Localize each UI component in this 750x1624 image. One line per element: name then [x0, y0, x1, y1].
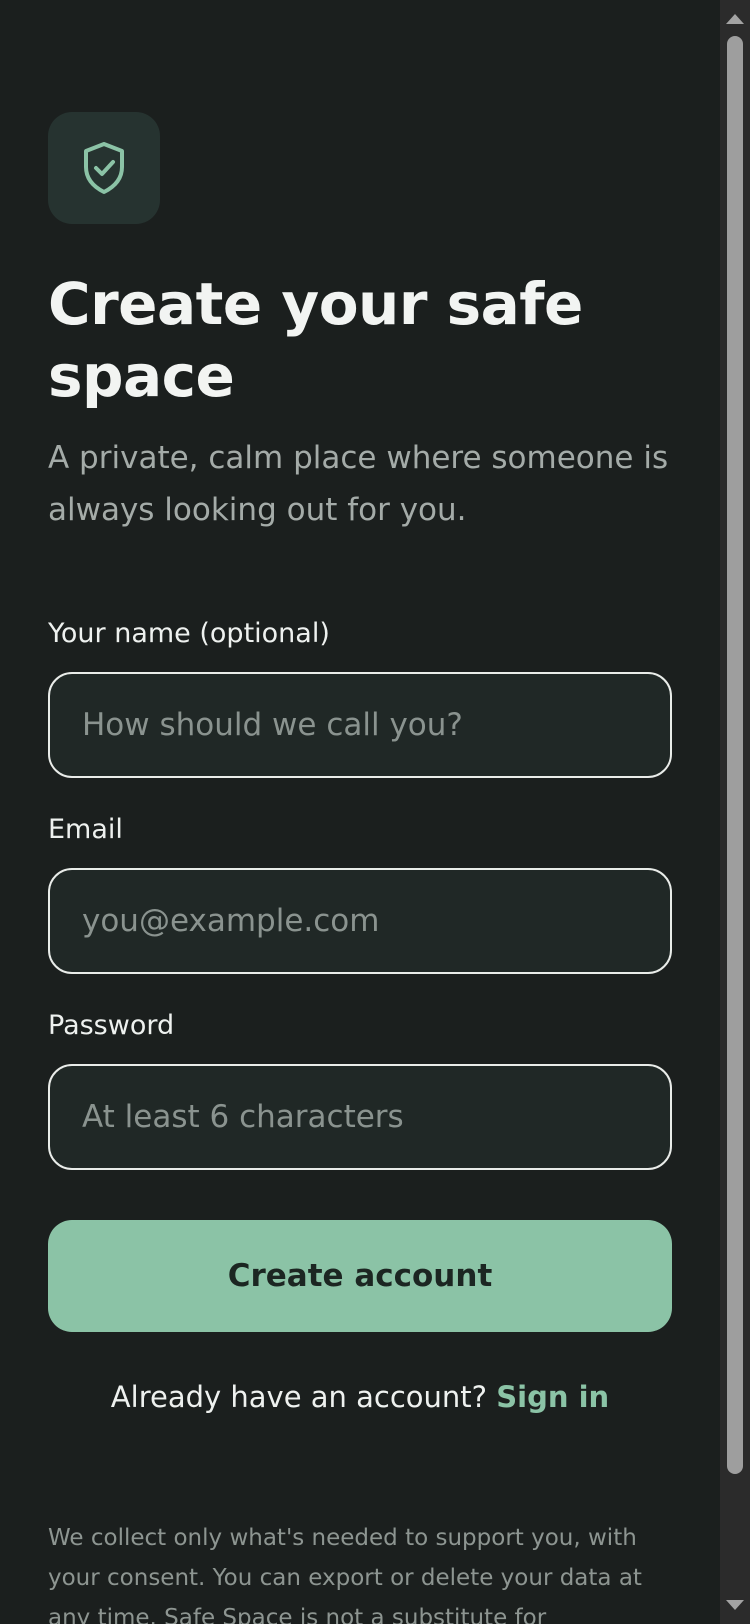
sign-in-link[interactable]: Sign in — [496, 1380, 609, 1414]
signin-prompt-text: Already have an account? — [110, 1380, 488, 1414]
signup-page: Create your safe space A private, calm p… — [0, 0, 750, 1624]
password-field-container — [48, 1064, 672, 1170]
scroll-up-arrow-icon[interactable] — [726, 14, 744, 24]
privacy-note: We collect only what's needed to support… — [48, 1525, 642, 1624]
email-input[interactable] — [82, 903, 670, 939]
name-input[interactable] — [82, 707, 670, 743]
page-title: Create your safe space — [48, 270, 583, 410]
page-subtitle: A private, calm place where someone is a… — [48, 440, 669, 528]
name-field-container — [48, 672, 672, 778]
password-input[interactable] — [82, 1099, 670, 1135]
shield-check-icon — [84, 142, 124, 194]
name-field-label: Your name (optional) — [48, 618, 330, 649]
signin-prompt-row: Already have an account? Sign in — [48, 1380, 672, 1414]
scroll-down-arrow-icon[interactable] — [726, 1600, 744, 1610]
scroll-thumb[interactable] — [727, 36, 743, 1474]
page-scrollbar[interactable] — [720, 0, 750, 1624]
password-field-label: Password — [48, 1010, 175, 1041]
email-field-container — [48, 868, 672, 974]
app-logo — [48, 112, 160, 224]
create-account-button[interactable]: Create account — [48, 1220, 672, 1332]
email-field-label: Email — [48, 814, 123, 845]
